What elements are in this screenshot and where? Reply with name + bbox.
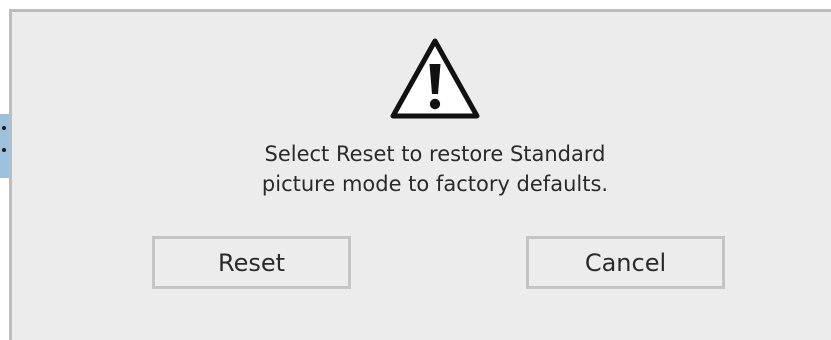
message-line: Select Reset to restore Standard	[264, 142, 606, 166]
message-line: picture mode to factory defaults.	[261, 172, 609, 196]
reset-button[interactable]: Reset	[152, 236, 351, 289]
warning-triangle-icon	[390, 38, 480, 119]
reset-confirmation-dialog: Select Reset to restore Standard picture…	[9, 9, 831, 340]
cancel-button[interactable]: Cancel	[526, 236, 725, 289]
handle-dot	[2, 148, 6, 152]
handle-dot	[2, 126, 6, 130]
screen: Select Reset to restore Standard picture…	[0, 0, 831, 340]
dialog-message: Select Reset to restore Standard picture…	[12, 139, 831, 199]
